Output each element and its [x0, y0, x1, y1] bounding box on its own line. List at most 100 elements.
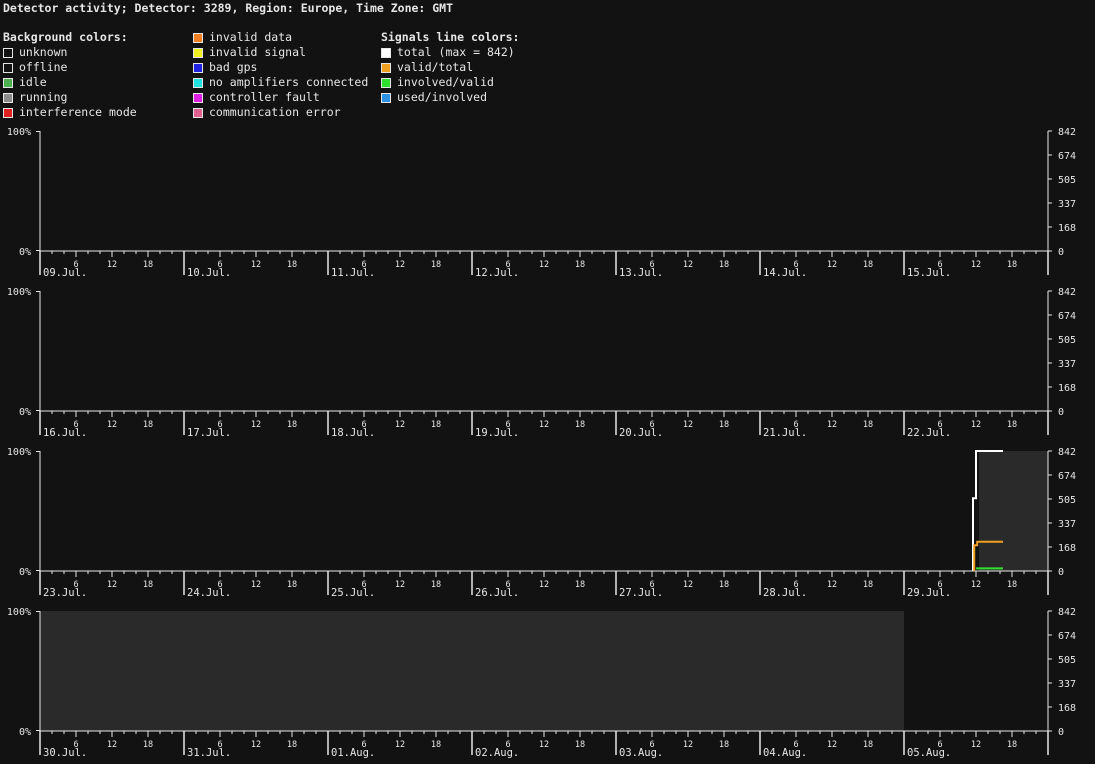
hour-tick-label: 12 — [251, 260, 261, 270]
day-label: 11.Jul. — [331, 267, 375, 279]
right-axis-label: 505 — [1058, 335, 1076, 346]
hour-tick-label: 12 — [683, 420, 693, 430]
day-label: 10.Jul. — [187, 267, 231, 279]
left-axis-label: 100% — [7, 607, 31, 618]
hour-tick-label: 12 — [827, 260, 837, 270]
day-label: 28.Jul. — [763, 587, 807, 599]
day-label: 26.Jul. — [475, 587, 519, 599]
day-label: 21.Jul. — [763, 427, 807, 439]
day-label: 09.Jul. — [43, 267, 87, 279]
hour-tick-label: 18 — [287, 420, 297, 430]
right-axis-label: 842 — [1058, 447, 1076, 458]
hour-tick-label: 18 — [863, 420, 873, 430]
hour-tick-label: 12 — [539, 580, 549, 590]
left-axis-label: 100% — [7, 287, 31, 298]
hour-tick-label: 18 — [143, 420, 153, 430]
hour-tick-label: 18 — [431, 260, 441, 270]
right-axis-label: 337 — [1058, 679, 1076, 690]
hour-tick-label: 12 — [107, 260, 117, 270]
hour-tick-label: 18 — [143, 260, 153, 270]
day-label: 30.Jul. — [43, 747, 87, 759]
left-axis-label: 0% — [19, 407, 31, 418]
hour-tick-label: 12 — [971, 260, 981, 270]
left-axis-label: 0% — [19, 247, 31, 258]
hour-tick-label: 18 — [287, 740, 297, 750]
day-label: 01.Aug. — [331, 747, 375, 759]
hour-tick-label: 18 — [1007, 260, 1017, 270]
right-axis-label: 337 — [1058, 199, 1076, 210]
hour-tick-label: 12 — [251, 740, 261, 750]
hour-tick-label: 18 — [863, 740, 873, 750]
day-label: 04.Aug. — [763, 747, 807, 759]
right-axis-label: 0 — [1058, 407, 1064, 418]
hour-tick-label: 18 — [431, 420, 441, 430]
hour-tick-label: 18 — [575, 260, 585, 270]
day-label: 12.Jul. — [475, 267, 519, 279]
hour-tick-label: 12 — [251, 580, 261, 590]
hour-tick-label: 18 — [863, 580, 873, 590]
hour-tick-label: 12 — [107, 580, 117, 590]
activity-charts: 100%0%84267450533716806 12 1809.Jul.6 12 181… — [7, 127, 1076, 759]
right-axis-label: 505 — [1058, 175, 1076, 186]
right-axis-label: 674 — [1058, 471, 1076, 482]
hour-tick-label: 12 — [827, 740, 837, 750]
hour-tick-label: 18 — [1007, 740, 1017, 750]
day-label: 03.Aug. — [619, 747, 663, 759]
right-axis-label: 674 — [1058, 151, 1076, 162]
day-label: 27.Jul. — [619, 587, 663, 599]
right-axis-label: 674 — [1058, 311, 1076, 322]
hour-tick-label: 12 — [971, 580, 981, 590]
day-label: 02.Aug. — [475, 747, 519, 759]
right-axis-label: 842 — [1058, 127, 1076, 138]
right-axis-label: 842 — [1058, 607, 1076, 618]
right-axis-label: 168 — [1058, 223, 1076, 234]
hour-tick-label: 12 — [395, 580, 405, 590]
hour-tick-label: 18 — [719, 420, 729, 430]
hour-tick-label: 18 — [863, 260, 873, 270]
day-label: 31.Jul. — [187, 747, 231, 759]
hour-tick-label: 12 — [827, 420, 837, 430]
hour-tick-label: 12 — [395, 740, 405, 750]
hour-tick-label: 12 — [251, 420, 261, 430]
hour-tick-label: 18 — [287, 260, 297, 270]
hour-tick-label: 12 — [539, 420, 549, 430]
left-axis-label: 100% — [7, 127, 31, 138]
hour-tick-label: 12 — [107, 740, 117, 750]
day-label: 05.Aug. — [907, 747, 951, 759]
day-label: 20.Jul. — [619, 427, 663, 439]
hour-tick-label: 18 — [719, 580, 729, 590]
day-label: 22.Jul. — [907, 427, 951, 439]
hour-tick-label: 18 — [143, 740, 153, 750]
hour-tick-label: 12 — [971, 740, 981, 750]
right-axis-label: 674 — [1058, 631, 1076, 642]
day-label: 13.Jul. — [619, 267, 663, 279]
hour-tick-label: 12 — [971, 420, 981, 430]
hour-tick-label: 18 — [143, 580, 153, 590]
day-label: 16.Jul. — [43, 427, 87, 439]
hour-tick-label: 18 — [719, 740, 729, 750]
hour-tick-label: 18 — [431, 580, 441, 590]
day-label: 25.Jul. — [331, 587, 375, 599]
hour-tick-label: 12 — [683, 580, 693, 590]
hour-tick-label: 12 — [395, 260, 405, 270]
right-axis-label: 0 — [1058, 727, 1064, 738]
day-label: 14.Jul. — [763, 267, 807, 279]
hour-tick-label: 12 — [107, 420, 117, 430]
day-label: 23.Jul. — [43, 587, 87, 599]
hour-tick-label: 12 — [683, 260, 693, 270]
day-label: 18.Jul. — [331, 427, 375, 439]
background-span-running — [979, 451, 1048, 571]
right-axis-label: 337 — [1058, 519, 1076, 530]
right-axis-label: 505 — [1058, 655, 1076, 666]
day-label: 29.Jul. — [907, 587, 951, 599]
hour-tick-label: 18 — [575, 580, 585, 590]
right-axis-label: 0 — [1058, 567, 1064, 578]
right-axis-label: 842 — [1058, 287, 1076, 298]
hour-tick-label: 18 — [431, 740, 441, 750]
hour-tick-label: 12 — [827, 580, 837, 590]
left-axis-label: 0% — [19, 727, 31, 738]
right-axis-label: 337 — [1058, 359, 1076, 370]
right-axis-label: 0 — [1058, 247, 1064, 258]
right-axis-label: 168 — [1058, 543, 1076, 554]
left-axis-label: 0% — [19, 567, 31, 578]
